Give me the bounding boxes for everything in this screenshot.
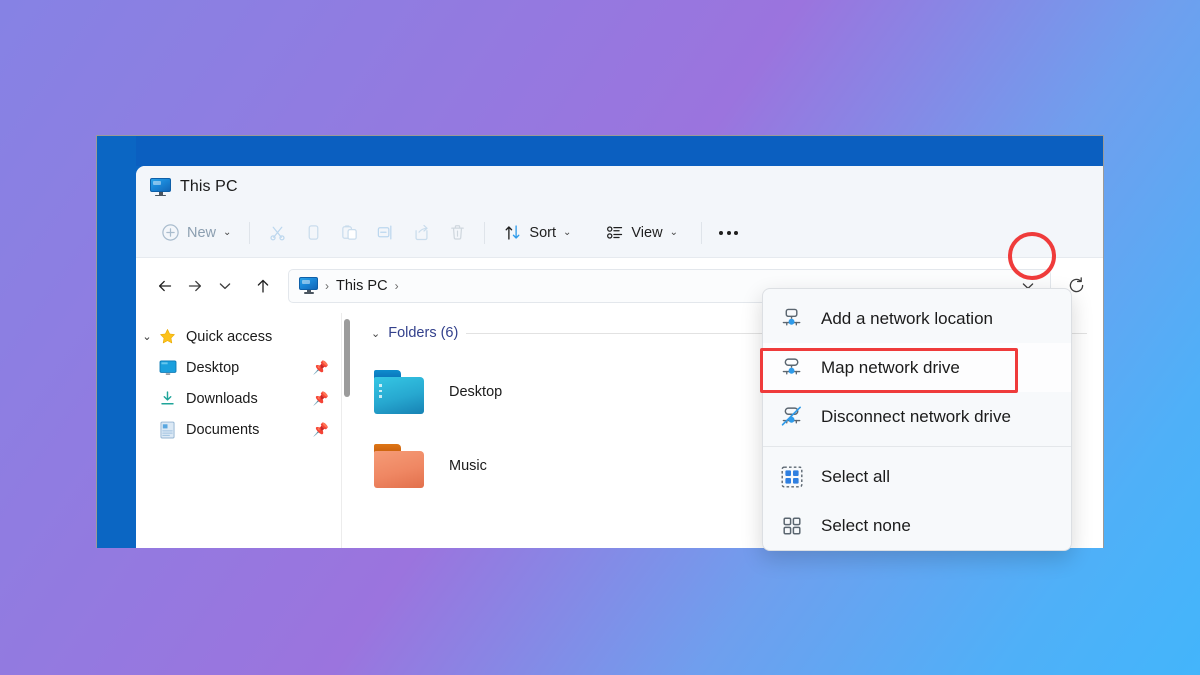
map-network-drive-icon xyxy=(779,356,805,380)
command-bar: New ⌄ Sort ⌄ View ⌄ xyxy=(136,208,1103,258)
chevron-down-icon: ⌄ xyxy=(563,226,572,238)
window-left-strip xyxy=(97,136,136,548)
see-more-context-menu: Add a network location Map network drive xyxy=(762,288,1072,551)
downloads-icon xyxy=(158,389,177,408)
paste-button[interactable] xyxy=(331,216,367,250)
add-network-location-icon xyxy=(779,307,805,331)
new-button-label: New xyxy=(187,224,217,241)
folder-icon xyxy=(371,369,427,415)
menu-item-select-none[interactable]: Select none xyxy=(763,501,1071,550)
window-titlebar-strip xyxy=(97,136,1103,166)
up-button[interactable] xyxy=(248,271,278,301)
this-pc-monitor-icon xyxy=(150,178,171,197)
recent-locations-button[interactable] xyxy=(210,271,240,301)
forward-button[interactable] xyxy=(180,271,210,301)
toolbar-divider-2 xyxy=(484,221,486,244)
view-list-icon xyxy=(607,226,623,239)
pin-icon[interactable]: 📌 xyxy=(313,360,329,376)
select-all-icon xyxy=(779,465,805,489)
scrollbar-thumb[interactable] xyxy=(344,319,350,397)
menu-item-label: Select none xyxy=(821,515,911,535)
chevron-down-icon: ⌄ xyxy=(669,226,678,238)
sort-button-label: Sort xyxy=(529,224,556,241)
disconnect-network-drive-icon xyxy=(779,405,805,429)
navigation-pane-scrollbar[interactable] xyxy=(342,313,353,548)
menu-item-map-network-drive[interactable]: Map network drive xyxy=(763,343,1071,392)
chevron-down-icon[interactable]: ⌄ xyxy=(371,327,380,340)
pin-icon[interactable]: 📌 xyxy=(313,422,329,438)
plus-circle-icon xyxy=(162,224,179,241)
list-item-label: Desktop xyxy=(449,384,503,400)
copy-button[interactable] xyxy=(295,216,331,250)
chevron-down-icon xyxy=(219,282,231,289)
folders-group-label: Folders (6) xyxy=(388,325,459,341)
menu-item-select-all[interactable]: Select all xyxy=(763,452,1071,501)
breadcrumb-separator: › xyxy=(325,278,329,293)
menu-item-label: Map network drive xyxy=(821,357,960,377)
toolbar-divider-1 xyxy=(249,221,251,244)
menu-item-label: Select all xyxy=(821,466,890,486)
sidebar-item-desktop[interactable]: Desktop 📌 xyxy=(136,352,341,383)
trash-icon xyxy=(451,225,464,240)
cut-button[interactable] xyxy=(259,216,295,250)
sidebar-item-label: Downloads xyxy=(186,390,258,407)
arrow-left-icon xyxy=(158,280,172,291)
sidebar-group-quick-access[interactable]: ⌄ Quick access xyxy=(136,321,341,352)
select-none-icon xyxy=(779,514,805,538)
tab-bar: This PC xyxy=(136,166,1103,208)
chevron-down-icon: ⌄ xyxy=(223,226,232,238)
menu-item-label: Add a network location xyxy=(821,308,993,328)
chevron-down-icon[interactable]: ⌄ xyxy=(136,330,158,343)
star-icon xyxy=(158,327,177,346)
scissors-icon xyxy=(270,226,285,241)
arrow-up-icon xyxy=(257,279,269,293)
view-button-label: View xyxy=(631,224,663,241)
arrow-right-icon xyxy=(188,280,202,291)
sort-arrows-icon xyxy=(505,225,520,240)
tab-this-pc-label[interactable]: This PC xyxy=(180,178,238,196)
new-button[interactable]: New ⌄ xyxy=(152,216,240,250)
view-button[interactable]: View ⌄ xyxy=(596,216,687,250)
menu-separator xyxy=(763,446,1071,447)
sidebar-group-label: Quick access xyxy=(186,328,273,345)
sidebar-item-label: Desktop xyxy=(186,359,240,376)
toolbar-divider-3 xyxy=(700,221,702,244)
paste-icon xyxy=(342,225,357,240)
desktop-icon xyxy=(158,358,177,377)
menu-item-disconnect-network-drive[interactable]: Disconnect network drive xyxy=(763,392,1071,441)
share-button[interactable] xyxy=(403,216,439,250)
sidebar-item-documents[interactable]: Documents 📌 xyxy=(136,414,341,445)
list-item-label: Music xyxy=(449,458,487,474)
breadcrumb-this-pc[interactable]: This PC xyxy=(336,278,388,294)
menu-item-label: Disconnect network drive xyxy=(821,406,1011,426)
copy-icon xyxy=(308,225,319,240)
delete-button[interactable] xyxy=(439,216,475,250)
navigation-pane: ⌄ Quick access Desktop 📌 Downloads 📌 Doc… xyxy=(136,313,341,548)
this-pc-monitor-icon xyxy=(299,277,318,295)
pin-icon[interactable]: 📌 xyxy=(313,391,329,407)
sort-button[interactable]: Sort ⌄ xyxy=(494,216,580,250)
documents-icon xyxy=(158,420,177,439)
sidebar-item-downloads[interactable]: Downloads 📌 xyxy=(136,383,341,414)
sidebar-item-label: Documents xyxy=(186,421,260,438)
menu-item-add-a-network-location[interactable]: Add a network location xyxy=(763,294,1071,343)
rename-button[interactable] xyxy=(367,216,403,250)
back-button[interactable] xyxy=(150,271,180,301)
see-more-button[interactable] xyxy=(711,216,747,250)
folder-icon xyxy=(371,443,427,489)
rename-icon xyxy=(377,225,392,240)
breadcrumb-separator: › xyxy=(394,278,399,293)
share-icon xyxy=(415,224,428,241)
